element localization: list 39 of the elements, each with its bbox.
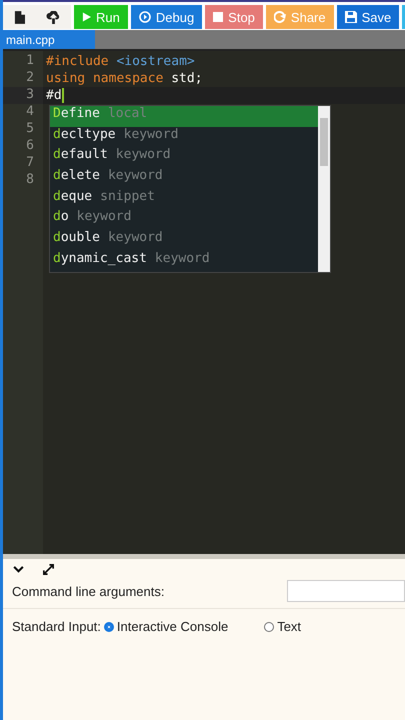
radio-button[interactable] xyxy=(264,622,274,632)
suggestion-item[interactable]: delete keyword xyxy=(50,168,318,189)
suggestion-item[interactable]: deque snippet xyxy=(50,188,318,210)
line-number: 6 xyxy=(25,138,35,155)
line-number: 3 xyxy=(3,87,43,104)
expand-icon[interactable] xyxy=(42,562,55,576)
circled-play-icon xyxy=(138,11,151,23)
scrollbar[interactable] xyxy=(318,106,330,272)
arguments-label: Command line arguments: xyxy=(12,584,164,598)
line-number: 8 xyxy=(25,172,35,189)
suggestion-item[interactable]: do keyword xyxy=(50,209,318,230)
code-line: using namespace std; xyxy=(46,71,203,86)
line-number: 2 xyxy=(25,70,35,87)
stop-icon xyxy=(213,12,224,22)
suggestion-item[interactable]: double keyword xyxy=(50,230,318,251)
file-icon[interactable] xyxy=(14,10,24,24)
play-icon xyxy=(82,12,91,22)
radio-button[interactable] xyxy=(104,622,114,632)
share-icon xyxy=(274,11,286,23)
stdin-label: Standard Input: xyxy=(12,619,101,634)
option-label[interactable]: Interactive Console xyxy=(116,619,228,634)
chevron-down-icon[interactable] xyxy=(13,566,24,572)
line-number: 1 xyxy=(25,53,35,70)
toolbar-button[interactable]: Save xyxy=(336,5,400,29)
suggestion-item[interactable]: Define local xyxy=(50,106,318,127)
file-tab[interactable]: main.cpp xyxy=(3,30,95,49)
save-icon xyxy=(344,11,357,23)
suggestion-item[interactable]: dynamic_cast keyword xyxy=(50,250,318,272)
toolbar-button[interactable]: Debug xyxy=(130,5,202,29)
suggestion-item[interactable]: default keyword xyxy=(50,147,318,168)
arguments-field[interactable] xyxy=(287,580,405,602)
code-line: #include <iostream> xyxy=(46,54,195,69)
upload-icon[interactable] xyxy=(46,10,60,24)
line-number: 7 xyxy=(25,155,35,172)
suggestion-item[interactable]: decltype keyword xyxy=(50,126,318,148)
line-number: 5 xyxy=(25,121,35,138)
code-line: #d xyxy=(46,88,62,103)
line-number: 4 xyxy=(25,104,35,121)
option-label[interactable]: Text xyxy=(277,619,302,634)
